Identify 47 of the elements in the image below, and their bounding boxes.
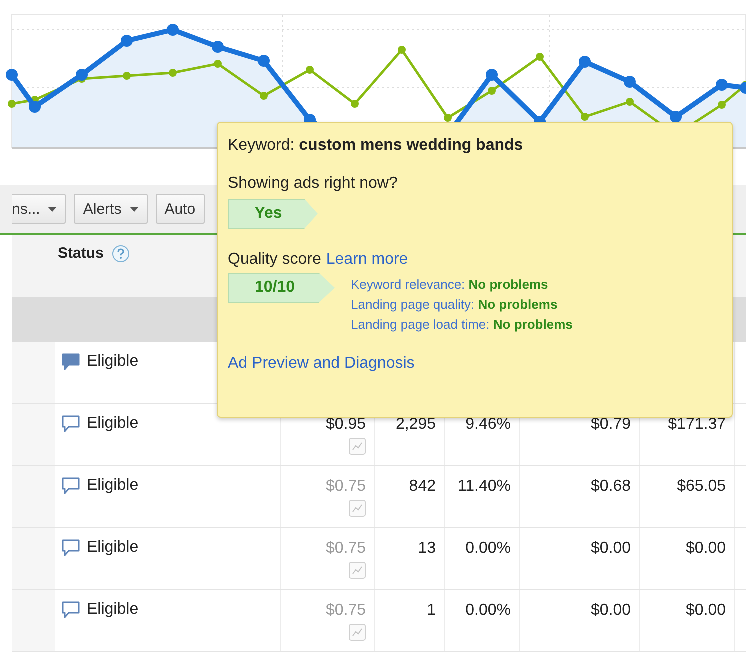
diagnosis-link[interactable]: Ad Preview and Diagnosis	[228, 355, 415, 373]
table-cell: $0.00	[686, 540, 726, 558]
table-cell: 9.46%	[466, 416, 511, 434]
help-icon[interactable]	[112, 245, 130, 263]
learn-more-link[interactable]: Learn more	[326, 251, 408, 269]
toolbar-button[interactable]: Alerts	[74, 194, 148, 224]
table-cell: $0.00	[686, 602, 726, 620]
column-header[interactable]: Status	[58, 245, 104, 262]
table-cell: 842	[409, 478, 436, 496]
factor-text: Landing page quality: No problems	[351, 296, 559, 314]
status-text: Eligible	[87, 477, 139, 495]
bid-value[interactable]: $0.95	[326, 416, 366, 434]
factor-text: Landing page load time: No problems	[351, 316, 573, 334]
comment-icon[interactable]	[61, 601, 81, 619]
table-cell: 0.00%	[466, 602, 511, 620]
comment-icon[interactable]	[61, 353, 81, 371]
toolbar-button[interactable]: Auto	[156, 194, 205, 224]
table-cell: $0.68	[590, 478, 631, 496]
table-cell: 13	[418, 540, 436, 558]
table-cell: 1	[427, 602, 436, 620]
row-gutter	[12, 342, 55, 403]
comment-icon[interactable]	[61, 539, 81, 557]
table-cell: 2,295	[396, 416, 436, 434]
row-gutter	[12, 590, 55, 651]
quality-label: Quality score	[228, 251, 322, 269]
table-cell: 11.40%	[458, 478, 511, 496]
table-cell: 0.00%	[466, 540, 511, 558]
table-cell: $171.37	[668, 416, 726, 434]
table-cell: $0.00	[590, 540, 631, 558]
row-gutter	[12, 404, 55, 465]
toolbar-button[interactable]: ns...	[12, 194, 66, 224]
status-tag: Yes	[228, 199, 318, 229]
score-tag: 10/10	[228, 273, 335, 303]
row-gutter	[12, 528, 55, 589]
status-text: Eligible	[87, 353, 139, 371]
comment-icon[interactable]	[61, 477, 81, 495]
table-cell: $0.79	[590, 416, 631, 434]
keyword-text: Keyword: custom mens wedding bands	[228, 137, 524, 155]
row-gutter	[12, 466, 55, 527]
table-cell: $0.00	[590, 602, 631, 620]
status-text: Eligible	[87, 601, 139, 619]
status-text: Eligible	[87, 415, 139, 433]
status-text: Eligible	[87, 539, 139, 557]
factor-text: Keyword relevance: No problems	[351, 276, 550, 294]
question-text: Showing ads right now?	[228, 175, 399, 193]
table-cell: $65.05	[677, 478, 726, 496]
comment-icon[interactable]	[61, 415, 81, 433]
